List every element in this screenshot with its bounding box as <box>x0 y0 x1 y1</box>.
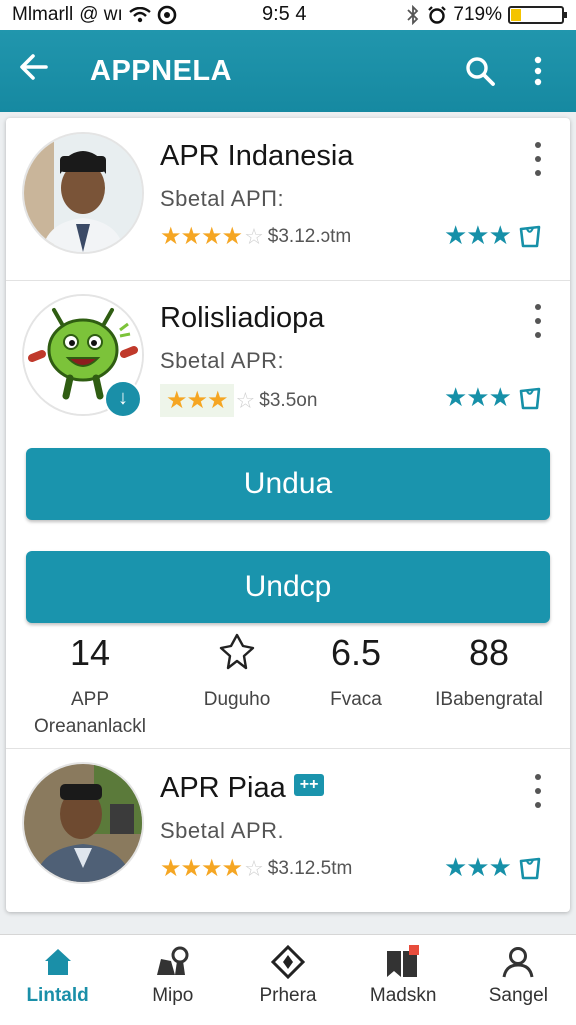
app-list-card: APR Indanesia Sbetal APΠ: ★★★★ ☆ $3.12.ɔt… <box>6 118 570 912</box>
primary-button[interactable]: Undua <box>26 448 550 520</box>
search-icon <box>466 57 495 86</box>
stats-row: 14 APP Oreananlackl Duguho 6.5 Fvaca 88 <box>6 632 570 748</box>
nav-label: Lintald <box>26 985 89 1006</box>
pin-icon <box>219 633 255 670</box>
search-button[interactable] <box>460 51 500 91</box>
star-rating-icon: ★★★ <box>160 384 234 417</box>
app-bar: APPNELA <box>0 30 576 112</box>
person-icon <box>502 947 534 978</box>
star-empty-icon: ☆ <box>244 223 264 249</box>
stat-item: 14 APP Oreananlackl <box>20 632 160 740</box>
price: $3.5on <box>259 389 318 411</box>
list-item[interactable]: APR Piaa ++ Sbetal APR. ★★★★ ☆ $3.12.5tm ★… <box>6 750 570 912</box>
star-empty-icon: ☆ <box>235 387 256 413</box>
nav-label: Mipo <box>152 985 194 1006</box>
stat-label: Duguho <box>203 689 271 710</box>
battery-percent: 719% <box>453 4 502 25</box>
nav-item-explore[interactable]: Prhera <box>230 935 345 1025</box>
star-icon: ★★★ <box>444 852 512 882</box>
stat-label: APP <box>70 689 110 710</box>
stat-item: 6.5 Fvaca <box>296 632 416 713</box>
wifi-icon <box>129 7 151 23</box>
stat-value: 6.5 <box>330 632 382 673</box>
price: $3.12.5tm <box>267 857 353 879</box>
app-subtitle: Sbetal APΠ: <box>160 186 285 211</box>
secondary-rating: ★★★ <box>444 382 543 413</box>
more-vertical-icon[interactable] <box>526 774 550 808</box>
carrier-icons: @ wı <box>79 4 123 25</box>
bag-icon[interactable] <box>517 223 543 249</box>
more-vertical-icon <box>534 56 542 86</box>
battery-icon <box>508 6 567 24</box>
app-subtitle: Sbetal APR: <box>160 348 285 373</box>
stat-label-secondary: Oreananlackl <box>34 716 146 737</box>
nav-item-profile[interactable]: Sangel <box>461 935 576 1025</box>
diamond-icon <box>270 945 305 979</box>
nav-label: Sangel <box>488 985 548 1006</box>
rating: ★★★ ☆ $3.5on <box>160 384 317 417</box>
arrow-left-icon <box>20 54 48 80</box>
back-button[interactable] <box>18 50 68 92</box>
alarm-icon <box>428 6 447 24</box>
bookmark-icon <box>387 945 420 977</box>
nav-label: Madskn <box>369 985 437 1006</box>
bag-icon[interactable] <box>517 855 543 881</box>
stat-value: 88 <box>468 632 510 673</box>
bottom-navigation: Lintald Mipo Prhera Madskn Sangel <box>0 934 576 1025</box>
person-photo <box>24 134 142 252</box>
overflow-menu-button[interactable] <box>518 51 558 91</box>
download-icon[interactable]: ↓ <box>104 380 142 418</box>
avatar <box>24 134 142 252</box>
plus-badge: ++ <box>293 774 325 797</box>
more-vertical-icon[interactable] <box>526 142 550 176</box>
bluetooth-icon <box>407 5 419 25</box>
avatar <box>24 764 142 882</box>
page-title: APPNELA <box>90 54 233 87</box>
app-name: Rolisliadiopa <box>160 302 325 334</box>
star-icon: ★★★ <box>444 220 512 250</box>
stat-value: 14 <box>69 632 111 673</box>
app-subtitle: Sbetal APR. <box>160 818 285 843</box>
star-rating-icon: ★★★★ <box>160 855 243 882</box>
stat-label: Fvaca <box>330 689 382 710</box>
stat-item: 88 IBabengratal <box>414 632 564 713</box>
map-icon <box>156 946 189 975</box>
rating: ★★★★ ☆ $3.12.5tm <box>160 854 352 883</box>
secondary-button[interactable]: Undcp <box>26 551 550 623</box>
secondary-rating: ★★★ <box>444 852 543 883</box>
app-name: APR Indanesia <box>160 140 354 172</box>
rating: ★★★★ ☆ $3.12.ɔtm <box>160 222 351 251</box>
nav-item-saved[interactable]: Madskn <box>346 935 461 1025</box>
stat-item: Duguho <box>172 632 302 713</box>
nav-item-map[interactable]: Mipo <box>115 935 230 1025</box>
more-vertical-icon[interactable] <box>526 304 550 338</box>
nav-label: Prhera <box>259 985 317 1006</box>
star-icon: ★★★ <box>444 382 512 412</box>
status-bar: Mlmarll @ wı 9:5 4 719% <box>0 0 576 30</box>
bag-icon[interactable] <box>517 385 543 411</box>
price: $3.12.ɔtm <box>267 225 352 247</box>
star-empty-icon: ☆ <box>244 855 264 881</box>
secondary-rating: ★★★ <box>444 220 543 251</box>
stat-label: IBabengratal <box>435 689 543 710</box>
app-name: APR Piaa <box>160 772 286 804</box>
carrier-text: Mlmarll <box>12 4 74 25</box>
record-icon <box>157 5 177 25</box>
list-item[interactable]: ↓ Rolisliadiopa Sbetal APR: ★★★ ☆ $3.5on … <box>6 280 570 440</box>
person-photo <box>24 764 142 882</box>
list-item[interactable]: APR Indanesia Sbetal APΠ: ★★★★ ☆ $3.12.ɔt… <box>6 118 570 281</box>
divider <box>6 748 570 749</box>
clock: 9:5 4 <box>262 3 307 25</box>
star-rating-icon: ★★★★ <box>160 223 243 250</box>
home-icon <box>44 949 71 975</box>
nav-item-home[interactable]: Lintald <box>0 935 115 1025</box>
